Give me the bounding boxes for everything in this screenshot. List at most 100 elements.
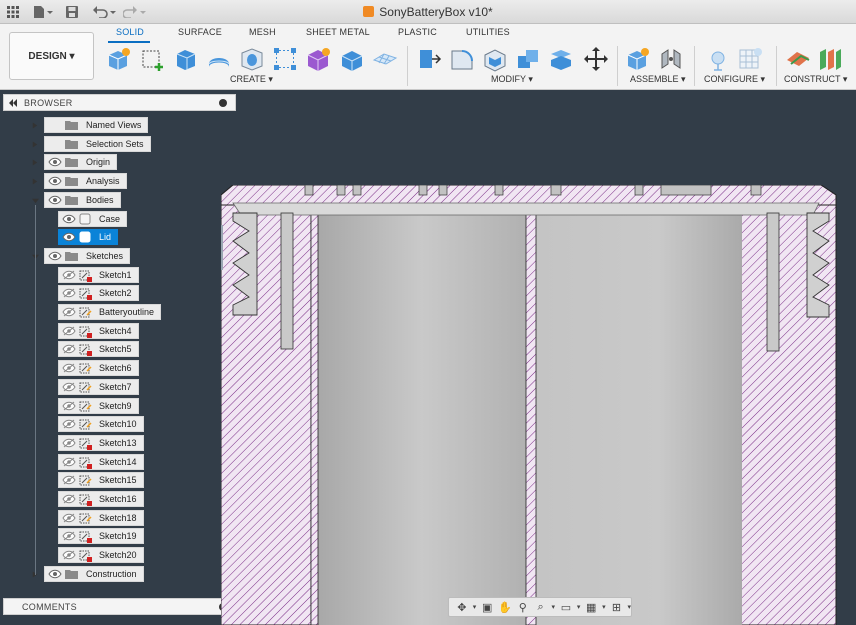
- tree-node[interactable]: Sketch7: [58, 379, 139, 395]
- eye-hidden-icon[interactable]: [62, 513, 76, 523]
- lid-prong-right[interactable]: [766, 212, 780, 352]
- eye-hidden-icon[interactable]: [62, 401, 76, 411]
- browser-item-sketch7[interactable]: Sketch7: [58, 379, 139, 395]
- eye-hidden-icon[interactable]: [62, 344, 76, 354]
- browser-item-sketch18[interactable]: Sketch18: [58, 510, 144, 526]
- chevron-down-icon[interactable]: ▾: [552, 603, 556, 611]
- tree-node[interactable]: Named Views: [44, 117, 149, 133]
- browser-item-sketch1[interactable]: Sketch1: [58, 267, 139, 283]
- modify-group-label[interactable]: MODIFY ▾: [491, 74, 533, 85]
- eye-hidden-icon[interactable]: [48, 139, 62, 149]
- new-component-icon[interactable]: [106, 46, 132, 72]
- eye-icon[interactable]: [62, 232, 76, 242]
- browser-item-lid[interactable]: Lid: [58, 229, 119, 245]
- offset-plane-icon[interactable]: [785, 46, 811, 72]
- chevron-down-icon[interactable]: ▾: [577, 603, 581, 611]
- tab-solid[interactable]: SOLID: [116, 27, 144, 37]
- browser-item-sketch5[interactable]: Sketch5: [58, 341, 139, 357]
- tree-node[interactable]: Sketch20: [58, 547, 144, 563]
- eye-hidden-icon[interactable]: [62, 457, 76, 467]
- workspace-switcher[interactable]: DESIGN ▾: [9, 32, 94, 80]
- eye-icon[interactable]: [48, 157, 62, 167]
- tree-node[interactable]: Sketch5: [58, 341, 139, 357]
- assemble-group-label[interactable]: ASSEMBLE ▾: [630, 74, 686, 85]
- browser-item-sketch14[interactable]: Sketch14: [58, 454, 144, 470]
- tab-utilities[interactable]: UTILITIES: [466, 27, 510, 37]
- tree-node[interactable]: Batteryoutline: [58, 304, 162, 320]
- tree-node[interactable]: Sketch16: [58, 491, 144, 507]
- create-group-label[interactable]: CREATE ▾: [230, 74, 273, 85]
- collapsed-caret-icon[interactable]: [32, 177, 38, 185]
- patch-icon[interactable]: [372, 46, 398, 72]
- tree-node[interactable]: Sketch2: [58, 285, 139, 301]
- pattern-icon[interactable]: [272, 46, 298, 72]
- viewports-icon[interactable]: ⊞: [610, 600, 624, 614]
- joint-icon[interactable]: [658, 46, 684, 72]
- browser-item-batteryoutline[interactable]: Batteryoutline: [58, 304, 162, 320]
- tree-node[interactable]: Lid: [58, 229, 119, 245]
- eye-icon[interactable]: [48, 251, 62, 261]
- collapse-panel-icon[interactable]: [8, 98, 18, 107]
- case-section-left[interactable]: [221, 185, 312, 625]
- browser-item-case[interactable]: Case: [58, 211, 128, 227]
- eye-hidden-icon[interactable]: [62, 438, 76, 448]
- browser-item-sketch19[interactable]: Sketch19: [58, 528, 144, 544]
- eye-hidden-icon[interactable]: [62, 382, 76, 392]
- new-component-assemble-icon[interactable]: [625, 46, 651, 72]
- tab-surface[interactable]: SURFACE: [178, 27, 222, 37]
- box-primitive-icon[interactable]: [339, 46, 365, 72]
- browser-item-sketch15[interactable]: Sketch15: [58, 472, 144, 488]
- browser-item-bodies[interactable]: Bodies: [44, 192, 121, 208]
- tree-node[interactable]: Construction: [44, 566, 144, 582]
- tree-node[interactable]: Sketch6: [58, 360, 139, 376]
- align-icon[interactable]: [548, 46, 574, 72]
- tree-node[interactable]: Sketch18: [58, 510, 144, 526]
- eye-icon[interactable]: [48, 176, 62, 186]
- tree-node[interactable]: Sketch15: [58, 472, 144, 488]
- orbit-icon[interactable]: ✥: [455, 600, 469, 614]
- tree-node[interactable]: Sketch10: [58, 416, 144, 432]
- eye-hidden-icon[interactable]: [62, 363, 76, 373]
- zoom-window-icon[interactable]: ⌕: [534, 600, 548, 614]
- tree-node[interactable]: Sketch14: [58, 454, 144, 470]
- eye-hidden-icon[interactable]: [62, 550, 76, 560]
- collapsed-caret-icon[interactable]: [32, 158, 38, 166]
- midplane-icon[interactable]: [817, 46, 843, 72]
- browser-item-sketches[interactable]: Sketches: [44, 248, 131, 264]
- browser-item-analysis[interactable]: Analysis: [44, 173, 127, 189]
- tree-node[interactable]: Sketches: [44, 248, 131, 264]
- browser-item-sketch13[interactable]: Sketch13: [58, 435, 144, 451]
- grid-settings-icon[interactable]: ▦: [584, 600, 598, 614]
- browser-item-construction[interactable]: Construction: [44, 566, 144, 582]
- extrude-icon[interactable]: [173, 46, 199, 72]
- browser-item-named-views[interactable]: Named Views: [44, 117, 149, 133]
- eye-hidden-icon[interactable]: [62, 307, 76, 317]
- panel-options-icon[interactable]: [219, 99, 227, 107]
- browser-item-sketch6[interactable]: Sketch6: [58, 360, 139, 376]
- configure-group-label[interactable]: CONFIGURE ▾: [704, 74, 765, 85]
- tab-mesh[interactable]: MESH: [249, 27, 276, 37]
- tree-node[interactable]: Bodies: [44, 192, 121, 208]
- expanded-caret-icon[interactable]: [32, 196, 39, 204]
- combine-icon[interactable]: [515, 46, 541, 72]
- fillet-icon[interactable]: [449, 46, 475, 72]
- construct-group-label[interactable]: CONSTRUCT ▾: [784, 74, 847, 85]
- tree-node[interactable]: Origin: [44, 154, 118, 170]
- model-viewport[interactable]: [221, 185, 856, 625]
- pan-hand-icon[interactable]: ✋: [498, 600, 512, 614]
- shell-icon[interactable]: [482, 46, 508, 72]
- lid-prong-left[interactable]: [280, 212, 294, 350]
- case-section-right[interactable]: [740, 185, 837, 625]
- chevron-down-icon[interactable]: ▾: [473, 603, 477, 611]
- tab-plastic[interactable]: PLASTIC: [398, 27, 437, 37]
- eye-hidden-icon[interactable]: [48, 120, 62, 130]
- tree-node[interactable]: Selection Sets: [44, 136, 151, 152]
- chevron-down-icon[interactable]: ▾: [627, 603, 631, 611]
- browser-item-selection-sets[interactable]: Selection Sets: [44, 136, 151, 152]
- tree-node[interactable]: Case: [58, 211, 128, 227]
- lid-plate[interactable]: [232, 202, 820, 216]
- tree-node[interactable]: Sketch13: [58, 435, 144, 451]
- hole-icon[interactable]: [239, 46, 265, 72]
- eye-hidden-icon[interactable]: [62, 288, 76, 298]
- look-at-icon[interactable]: ▣: [480, 600, 494, 614]
